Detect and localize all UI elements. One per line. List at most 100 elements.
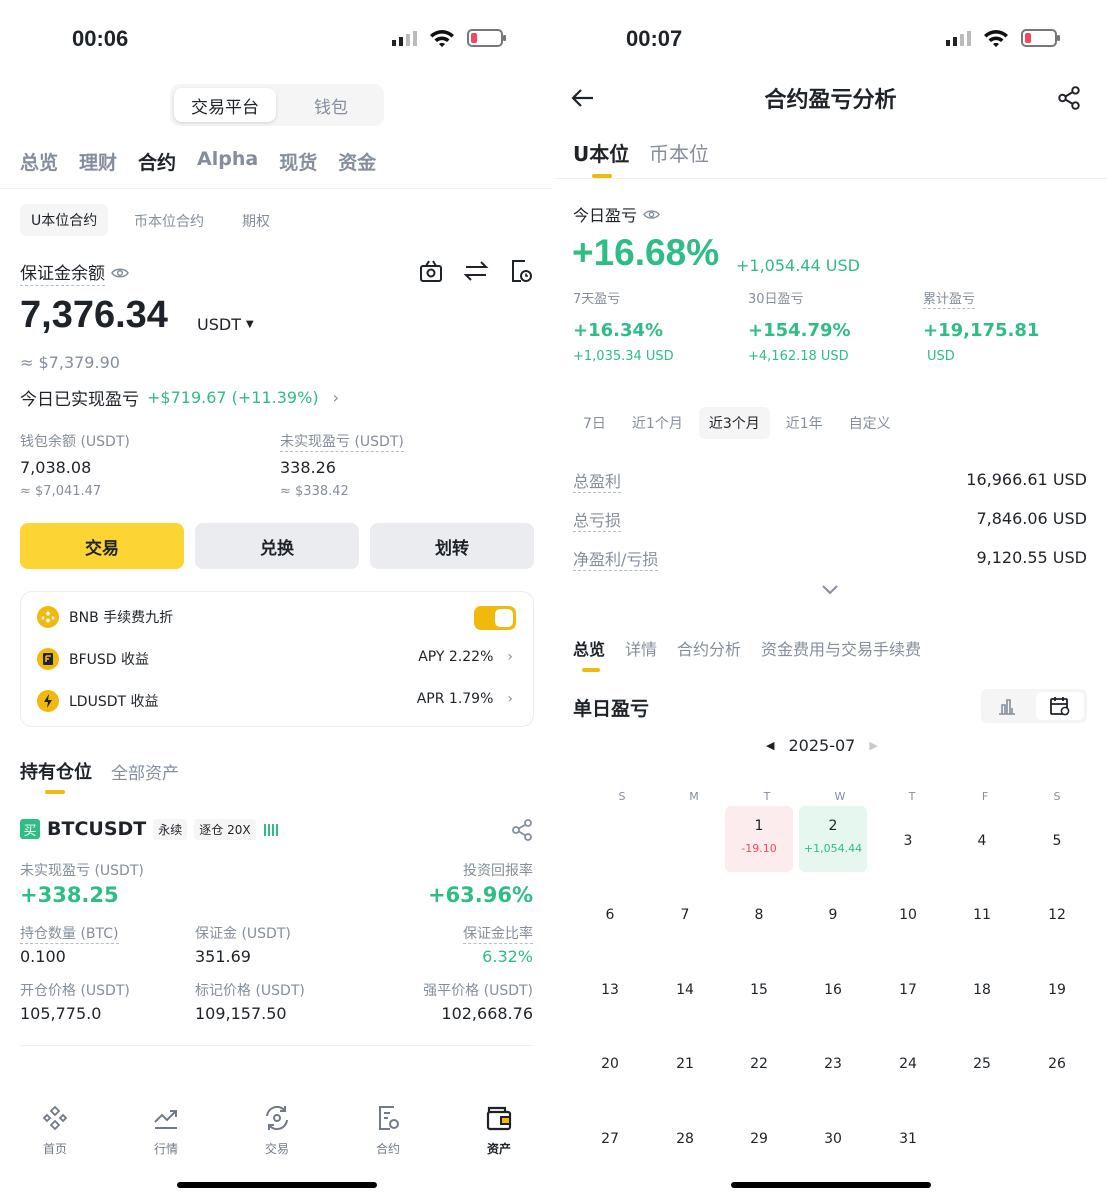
eye-icon[interactable]	[111, 266, 129, 280]
chevron-down-icon[interactable]	[820, 582, 840, 596]
calendar-day[interactable]: 24	[874, 1056, 942, 1072]
calendar-day[interactable]: 2 +1,054.44	[799, 806, 867, 872]
nav-home[interactable]: 首页	[15, 1102, 95, 1157]
segment-wallet[interactable]: 钱包	[282, 88, 380, 122]
range-selector: 7日 近1个月 近3个月 近1年 自定义	[573, 407, 901, 439]
today-pnl-usd: +1,054.44 USD	[736, 256, 860, 275]
calendar-day[interactable]: 10	[874, 907, 942, 923]
bfusd-row[interactable]: BFUSD 收益	[37, 648, 149, 670]
calendar-day[interactable]: 11	[948, 907, 1016, 923]
range-7d[interactable]: 7日	[573, 407, 616, 439]
tab-coinm[interactable]: 币本位	[649, 138, 709, 167]
futures-icon	[379, 1106, 399, 1130]
tab-details[interactable]: 详情	[625, 636, 657, 660]
promo-card: BNB 手续费九折 BFUSD 收益 APY 2.22% › LDUSDT 收益…	[20, 591, 534, 727]
transfer-button[interactable]: 划转	[370, 523, 534, 569]
today-pnl-row[interactable]: 今日已实现盈亏 +$719.67 (+11.39%) ›	[20, 385, 339, 410]
segment-control: 交易平台 钱包	[170, 84, 384, 126]
tab-indicator	[45, 790, 65, 794]
calendar-day[interactable]: 20	[576, 1056, 644, 1072]
tab-funding[interactable]: 资金	[338, 148, 376, 175]
next-month-icon[interactable]: ▶	[869, 739, 877, 752]
position-header[interactable]: 买 BTCUSDT 永续 逐仓 20X	[20, 818, 281, 840]
nav-futures[interactable]: 合约	[348, 1102, 428, 1157]
calendar-icon[interactable]	[1049, 696, 1071, 716]
calendar-day[interactable]: 16	[799, 982, 867, 998]
calendar-day[interactable]: 17	[874, 982, 942, 998]
range-1y[interactable]: 近1年	[776, 407, 833, 439]
tab-contract-analysis[interactable]: 合约分析	[677, 636, 741, 660]
trade-button[interactable]: 交易	[20, 523, 184, 569]
calendar-day[interactable]: 1 -19.10	[725, 806, 793, 872]
subtab-options[interactable]: 期权	[242, 211, 270, 231]
tab-spot[interactable]: 现货	[279, 148, 317, 175]
nav-markets[interactable]: 行情	[126, 1102, 206, 1157]
calendar-day[interactable]: 19	[1023, 982, 1091, 998]
convert-button[interactable]: 兑换	[195, 523, 359, 569]
tab-earn[interactable]: 理财	[79, 148, 117, 175]
calendar-day[interactable]: 27	[576, 1131, 644, 1147]
range-3m[interactable]: 近3个月	[698, 407, 770, 439]
tab-overview[interactable]: 总览	[20, 148, 58, 175]
side-badge: 买	[20, 819, 40, 839]
gift-icon[interactable]	[418, 258, 444, 284]
calendar-day[interactable]: 31	[874, 1131, 942, 1147]
calendar-day[interactable]: 13	[576, 982, 644, 998]
tab-positions[interactable]: 持有仓位	[20, 758, 92, 784]
tab-usdm[interactable]: U本位	[573, 138, 629, 167]
calendar-day[interactable]: 4	[948, 833, 1016, 849]
summary-net-value: 9,120.55 USD	[976, 548, 1087, 567]
calendar-day[interactable]: 25	[948, 1056, 1016, 1072]
stat-total-label: 累计盈亏	[923, 292, 976, 309]
today-pnl-header: 今日盈亏	[573, 202, 660, 226]
home-indicator	[731, 1182, 931, 1188]
calendar-day[interactable]: 26	[1023, 1056, 1091, 1072]
balance-unit-select[interactable]: USDT ▼	[197, 315, 254, 334]
calendar-day[interactable]: 12	[1023, 907, 1091, 923]
calendar-day[interactable]: 5	[1023, 833, 1091, 849]
nav-trade[interactable]: 交易	[237, 1102, 317, 1157]
nav-assets-label: 资产	[486, 1142, 511, 1156]
ldusdt-row[interactable]: LDUSDT 收益	[37, 690, 159, 712]
calendar-day[interactable]: 14	[651, 982, 719, 998]
bar-chart-icon[interactable]	[997, 697, 1017, 715]
divider	[554, 178, 1107, 179]
eye-icon[interactable]	[643, 208, 660, 221]
calendar-day[interactable]: 9	[799, 907, 867, 923]
calendar-day[interactable]: 22	[725, 1056, 793, 1072]
calendar-day[interactable]: 7	[651, 907, 719, 923]
nav-assets[interactable]: 资产	[459, 1102, 539, 1157]
history-icon[interactable]	[508, 258, 534, 284]
calendar-day[interactable]: 30	[799, 1131, 867, 1147]
share-icon[interactable]	[510, 818, 534, 842]
range-custom[interactable]: 自定义	[839, 407, 901, 439]
margin-label: 保证金 (USDT)	[195, 926, 291, 942]
subtab-usdm[interactable]: U本位合约	[20, 204, 109, 236]
home-icon	[42, 1105, 68, 1131]
bnb-discount-toggle[interactable]	[474, 606, 516, 630]
calendar-day[interactable]: 28	[651, 1131, 719, 1147]
calendar-day[interactable]: 23	[799, 1056, 867, 1072]
calendar-day[interactable]: 18	[948, 982, 1016, 998]
tab-fees[interactable]: 资金费用与交易手续费	[761, 636, 921, 660]
range-1m[interactable]: 近1个月	[622, 407, 693, 439]
calendar-day[interactable]: 3	[874, 833, 942, 849]
tab-overview[interactable]: 总览	[573, 636, 605, 660]
weekday-label: F	[981, 790, 989, 803]
calendar-day[interactable]: 15	[725, 982, 793, 998]
promo-ldusdt-label: LDUSDT 收益	[69, 694, 159, 710]
stat-30d-usd: +4,162.18 USD	[748, 349, 849, 364]
share-icon[interactable]	[1056, 85, 1082, 111]
swap-icon[interactable]	[463, 258, 489, 284]
weekday-label: T	[908, 790, 916, 803]
tab-alpha[interactable]: Alpha	[197, 148, 258, 175]
prev-month-icon[interactable]: ◀	[766, 739, 774, 752]
tab-futures[interactable]: 合约	[138, 148, 176, 175]
calendar-day[interactable]: 21	[651, 1056, 719, 1072]
tab-all-assets[interactable]: 全部资产	[111, 759, 179, 784]
calendar-day[interactable]: 8	[725, 907, 793, 923]
subtab-coinm[interactable]: 币本位合约	[134, 211, 204, 231]
calendar-day[interactable]: 29	[725, 1131, 793, 1147]
segment-exchange[interactable]: 交易平台	[174, 88, 276, 122]
calendar-day[interactable]: 6	[576, 907, 644, 923]
